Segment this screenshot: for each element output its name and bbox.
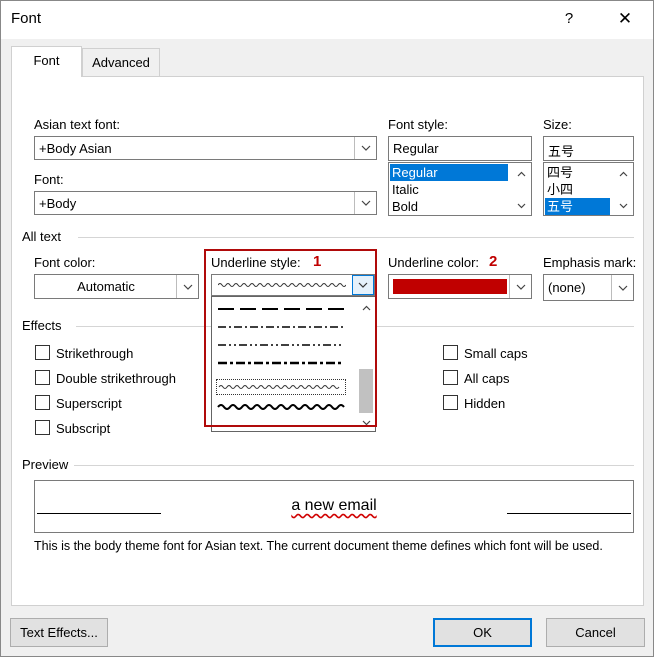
double-strikethrough-label: Double strikethrough — [56, 371, 176, 386]
underline-color-combobox[interactable] — [388, 274, 532, 299]
strikethrough-checkbox[interactable] — [35, 345, 50, 360]
all-caps-checkbox[interactable] — [443, 370, 458, 385]
close-button[interactable]: ✕ — [613, 7, 637, 31]
all-text-section-label: All text — [22, 229, 62, 244]
scrollbar[interactable] — [511, 163, 531, 215]
cancel-button-label: Cancel — [575, 625, 616, 640]
all-caps-label: All caps — [464, 371, 510, 386]
cancel-button[interactable]: Cancel — [546, 618, 645, 647]
hidden-label: Hidden — [464, 396, 506, 411]
help-button[interactable]: ? — [557, 7, 581, 31]
underline-style-highlight — [204, 249, 377, 427]
ok-button[interactable]: OK — [433, 618, 532, 647]
preview-section-label: Preview — [22, 457, 69, 472]
chevron-up-icon[interactable] — [613, 165, 633, 182]
list-item[interactable]: Regular — [390, 164, 508, 181]
font-style-list[interactable]: Regular Italic Bold — [388, 162, 532, 216]
chevron-down-icon[interactable] — [511, 197, 531, 214]
asian-font-label: Asian text font: — [34, 117, 120, 132]
font-color-combobox[interactable]: Automatic — [34, 274, 199, 299]
effects-section-label: Effects — [22, 318, 62, 333]
color-swatch — [393, 279, 507, 294]
list-item[interactable]: Bold — [390, 198, 508, 215]
small-caps-checkbox[interactable] — [443, 345, 458, 360]
hidden-checkbox[interactable] — [443, 395, 458, 410]
font-style-value: Regular — [393, 141, 439, 156]
section-divider — [78, 237, 634, 238]
superscript-label: Superscript — [56, 396, 122, 411]
dialog-title: Font — [11, 10, 42, 27]
font-value: +Body — [39, 196, 77, 211]
chevron-down-icon[interactable] — [613, 197, 633, 214]
size-list[interactable]: 四号 小四 五号 — [543, 162, 634, 216]
font-color-label: Font color: — [34, 255, 96, 270]
tab-font-label: Font — [33, 53, 60, 68]
strikethrough-label: Strikethrough — [56, 346, 134, 361]
chevron-up-icon[interactable] — [511, 165, 531, 182]
preview-box: a new email — [34, 480, 634, 533]
list-item[interactable]: 五号 — [545, 198, 610, 215]
tab-advanced-label: Advanced — [92, 55, 150, 70]
font-color-value: Automatic — [77, 279, 135, 294]
font-label: Font: — [34, 172, 64, 187]
tab-font[interactable]: Font — [11, 46, 82, 77]
title-bar: Font ? ✕ — [1, 1, 653, 39]
ok-button-label: OK — [473, 625, 492, 640]
annotation-2-badge: 2 — [489, 253, 498, 270]
text-effects-button-label: Text Effects... — [20, 625, 98, 640]
size-input[interactable]: 五号 — [543, 136, 634, 161]
asian-font-combobox[interactable]: +Body Asian — [34, 136, 377, 160]
superscript-checkbox[interactable] — [35, 395, 50, 410]
scrollbar[interactable] — [613, 163, 633, 215]
subscript-checkbox[interactable] — [35, 420, 50, 435]
chevron-down-icon[interactable] — [611, 275, 633, 300]
underline-color-label: Underline color: — [388, 255, 480, 270]
size-value: 五号 — [548, 144, 575, 159]
asian-font-value: +Body Asian — [39, 141, 112, 156]
tab-advanced[interactable]: Advanced — [82, 48, 160, 76]
font-combobox[interactable]: +Body — [34, 191, 377, 215]
list-item[interactable]: 小四 — [545, 181, 610, 198]
chevron-down-icon[interactable] — [176, 275, 198, 298]
section-divider — [74, 465, 634, 466]
emphasis-mark-value: (none) — [548, 280, 586, 295]
chevron-down-icon[interactable] — [354, 137, 376, 159]
list-item[interactable]: Italic — [390, 181, 508, 198]
size-label: Size: — [543, 117, 572, 132]
preview-note: This is the body theme font for Asian te… — [34, 539, 603, 553]
emphasis-mark-combobox[interactable]: (none) — [543, 274, 634, 301]
double-strikethrough-checkbox[interactable] — [35, 370, 50, 385]
preview-sample-text: a new email — [291, 497, 377, 514]
font-style-input[interactable]: Regular — [388, 136, 532, 161]
chevron-down-icon[interactable] — [509, 275, 531, 298]
font-dialog: Font ? ✕ Font Advanced Asian text font: … — [0, 0, 654, 657]
text-effects-button[interactable]: Text Effects... — [10, 618, 108, 647]
font-tab-panel: Asian text font: +Body Asian Font: +Body… — [11, 76, 644, 606]
font-style-label: Font style: — [388, 117, 448, 132]
small-caps-label: Small caps — [464, 346, 528, 361]
subscript-label: Subscript — [56, 421, 111, 436]
chevron-down-icon[interactable] — [354, 192, 376, 214]
emphasis-mark-label: Emphasis mark: — [543, 255, 637, 270]
list-item[interactable]: 四号 — [545, 164, 610, 181]
